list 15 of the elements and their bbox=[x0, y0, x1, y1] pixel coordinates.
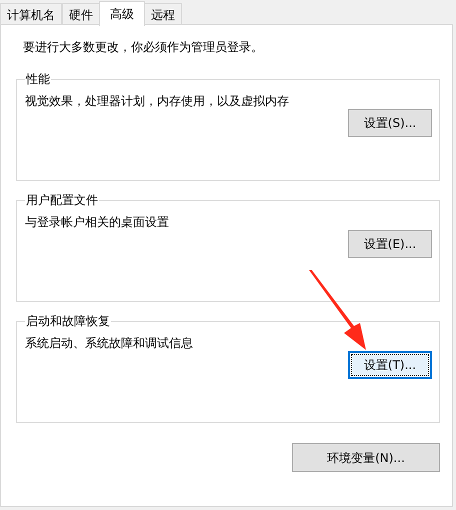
tab[interactable]: 远程 bbox=[144, 3, 182, 25]
group-title: 性能 bbox=[25, 71, 51, 87]
group-description: 视觉效果，处理器计划，内存使用，以及虚拟内存 bbox=[25, 93, 289, 109]
group-title: 用户配置文件 bbox=[25, 192, 99, 208]
settings-button[interactable]: 设置(E)... bbox=[348, 230, 432, 258]
group-title: 启动和故障恢复 bbox=[25, 313, 111, 329]
tab[interactable]: 高级 bbox=[99, 1, 145, 26]
admin-notice: 要进行大多数更改，你必须作为管理员登录。 bbox=[23, 39, 263, 55]
group-description: 与登录帐户相关的桌面设置 bbox=[25, 214, 169, 230]
group-description: 系统启动、系统故障和调试信息 bbox=[25, 335, 193, 351]
settings-button[interactable]: 设置(S)... bbox=[348, 109, 432, 137]
tab[interactable]: 硬件 bbox=[62, 3, 100, 25]
environment-variables-button[interactable]: 环境变量(N)... bbox=[292, 443, 440, 472]
settings-button[interactable]: 设置(T)... bbox=[348, 351, 432, 379]
tab[interactable]: 计算机名 bbox=[0, 3, 62, 25]
